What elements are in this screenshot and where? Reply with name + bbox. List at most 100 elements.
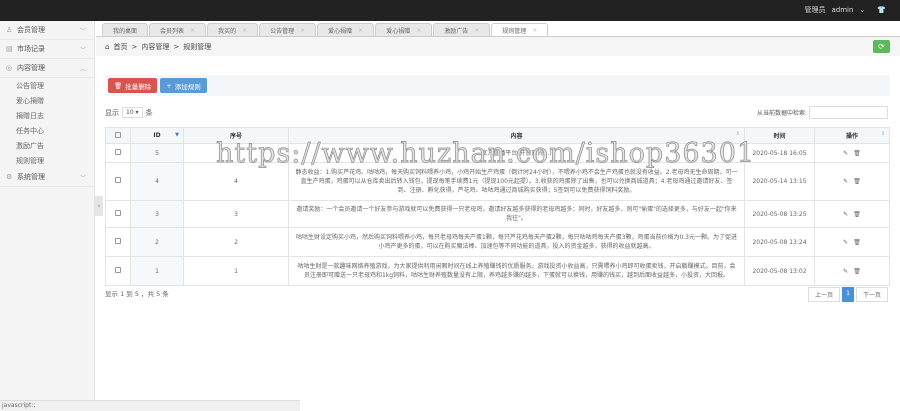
trash-icon: 🗑 [114, 81, 123, 90]
tab-rules[interactable]: 规则管理 × [491, 23, 549, 36]
col-actions: 操作 ⇕ [814, 127, 890, 144]
close-icon[interactable]: × [416, 27, 421, 34]
sidebar-item-members[interactable]: ♙ 会员管理 ﹀ [0, 21, 94, 40]
header-label: 操作 [845, 133, 858, 140]
length-prefix: 显示 [105, 108, 119, 117]
trash-icon[interactable]: 🗑 [853, 239, 861, 246]
sidebar: ♙ 会员管理 ﹀ ▤ 市场记录 ﹀ ◎ 内容管理 ︿ 公告管理 爱心捐赠 捐赠日志 任务中心… [0, 21, 95, 401]
edit-icon[interactable]: ✎ [843, 150, 848, 157]
sidebar-label: 会员管理 [17, 26, 45, 34]
chevron-down-icon: ﹀ [79, 46, 86, 54]
sidebar-collapse-button[interactable]: ‹ [95, 196, 103, 216]
select-all-checkbox[interactable] [115, 131, 121, 138]
table-row: 1 1 咕咕生财是一款趣味网络养殖游戏，为大家提供利用闲暇时间在线上养殖赚钱的优… [105, 256, 890, 286]
add-rule-button[interactable]: + 添加规则 [160, 78, 207, 93]
tab-desktop[interactable]: 我的桌面 [102, 23, 149, 36]
close-icon[interactable]: × [300, 27, 305, 34]
search-input[interactable] [809, 106, 889, 119]
header-label: 序号 [229, 133, 242, 140]
length-suffix: 条 [145, 108, 153, 117]
circle-icon: ◎ [6, 64, 13, 72]
edit-icon[interactable]: ✎ [843, 268, 848, 275]
close-icon[interactable]: × [532, 27, 537, 34]
length-value: 10 [126, 109, 134, 116]
col-content[interactable]: 内容 ⇕ [288, 127, 745, 144]
breadcrumb-home[interactable]: 首页 [113, 42, 127, 52]
table-info: 显示 1 到 5 ，共 5 条 [105, 290, 169, 298]
cell-actions: ✎ 🗑 [814, 227, 890, 257]
trash-icon[interactable]: 🗑 [853, 268, 861, 275]
close-icon[interactable]: × [358, 27, 363, 34]
edit-icon[interactable]: ✎ [843, 178, 848, 185]
chevron-down-icon: ﹀ [79, 174, 86, 182]
sidebar-sub-donation-log[interactable]: 捐赠日志 [0, 108, 94, 123]
row-select [105, 256, 131, 286]
edit-icon[interactable]: ✎ [843, 211, 848, 218]
cell-content: 官方直播平台(开放时间...) [288, 143, 745, 163]
col-seq[interactable]: 序号 [183, 127, 289, 144]
table-row: 4 4 静态收益：1.购买芦花鸡、咕咕鸡，每天购买饲料喂养小鸡，小鸡开始生产鸡蛋… [105, 162, 890, 201]
row-checkbox[interactable] [115, 177, 121, 183]
sidebar-sub-tasks[interactable]: 任务中心 [0, 123, 94, 138]
home-icon: ⌂ [105, 42, 110, 51]
sidebar-item-system[interactable]: ⚙ 系统管理 ﹀ [0, 168, 94, 187]
button-label: 添加规则 [174, 82, 201, 91]
table-row: 5 官方直播平台(开放时间...) 2020-05-18 16:05 ✎ 🗑 [105, 143, 890, 163]
tab-donation[interactable]: 爱心捐赠 × [317, 23, 375, 36]
cell-seq: 2 [183, 227, 289, 257]
tab-purchases[interactable]: 我买的 × [207, 23, 259, 36]
separator: > [131, 42, 138, 51]
row-select [105, 162, 131, 201]
col-id[interactable]: ID ▼ [130, 127, 184, 144]
row-checkbox[interactable] [115, 237, 121, 244]
chevron-down-icon: ﹀ [79, 27, 86, 35]
cell-id: 1 [130, 256, 184, 286]
sidebar-sub-donation[interactable]: 爱心捐赠 [0, 93, 94, 108]
breadcrumb-content[interactable]: 内容管理 [141, 42, 169, 52]
prev-page-button[interactable]: 上一页 [808, 287, 841, 302]
plus-icon: + [166, 81, 172, 90]
row-checkbox[interactable] [115, 148, 121, 155]
col-time[interactable]: 时间 [744, 127, 815, 144]
tab-members[interactable]: 会员列表 × [149, 23, 207, 36]
sidebar-sub-notice[interactable]: 公告管理 [0, 78, 94, 93]
close-icon[interactable]: × [242, 27, 247, 34]
tab-donation-2[interactable]: 爱心捐赠 × [375, 23, 433, 36]
cell-content: 静态收益：1.购买芦花鸡、咕咕鸡，每天购买饲料喂养小鸡，小鸡开始生产鸡蛋（倒计时… [288, 162, 745, 201]
gear-icon: ⚙ [6, 173, 13, 181]
page-length-select[interactable]: 10 ▾ [122, 107, 143, 118]
breadcrumb-current: 规则管理 [183, 42, 212, 51]
sidebar-sub-ads[interactable]: 激励广告 [0, 138, 94, 153]
close-icon[interactable]: × [190, 27, 195, 34]
user-menu[interactable]: 管理员 admin ⌄ 👕 [804, 5, 886, 15]
sidebar-item-market[interactable]: ▤ 市场记录 ﹀ [0, 40, 94, 59]
sidebar-item-content[interactable]: ◎ 内容管理 ︿ [0, 59, 94, 78]
sidebar-sub-rules[interactable]: 规则管理 [0, 153, 94, 168]
edit-icon[interactable]: ✎ [843, 239, 848, 246]
row-checkbox[interactable] [115, 266, 121, 273]
row-select [105, 143, 131, 163]
status-bar: javascript:; [0, 400, 300, 411]
refresh-button[interactable]: ⟳ [873, 40, 890, 53]
close-icon[interactable]: × [474, 27, 479, 34]
trash-icon[interactable]: 🗑 [853, 211, 861, 218]
cell-content: 咕咕生财设定购买小鸡，然后购买饲料喂养小鸡，每只老母鸡每天产蛋1颗，每只芦花鸡每… [288, 227, 745, 257]
cell-content: 邀请奖励：一个会员邀请一个好友参与游戏就可以免费获得一只老母鸡，邀请好友越多获得… [288, 200, 745, 228]
cell-id: 4 [130, 162, 184, 201]
trash-icon[interactable]: 🗑 [853, 150, 861, 157]
page-1-button[interactable]: 1 [842, 287, 854, 302]
batch-delete-button[interactable]: 🗑 批量删除 [108, 78, 158, 93]
trash-icon[interactable]: 🗑 [853, 178, 861, 185]
tab-bar: 我的桌面 会员列表 × 我买的 × 公告管理 × 爱心捐赠 × 爱心捐赠 × 激励广告 × … [96, 23, 900, 37]
tab-notices[interactable]: 公告管理 × [259, 23, 317, 36]
shirt-icon[interactable]: 👕 [877, 6, 886, 14]
next-page-button[interactable]: 下一页 [855, 287, 888, 302]
tab-ads[interactable]: 激励广告 × [433, 23, 491, 36]
separator: > [173, 42, 180, 51]
sidebar-label: 系统管理 [17, 173, 45, 181]
cell-actions: ✎ 🗑 [814, 256, 890, 286]
username[interactable]: admin [831, 6, 853, 14]
tab-label: 激励广告 [444, 27, 469, 35]
row-checkbox[interactable] [115, 209, 121, 216]
toolbar: 🗑 批量删除 + 添加规则 [105, 75, 890, 96]
